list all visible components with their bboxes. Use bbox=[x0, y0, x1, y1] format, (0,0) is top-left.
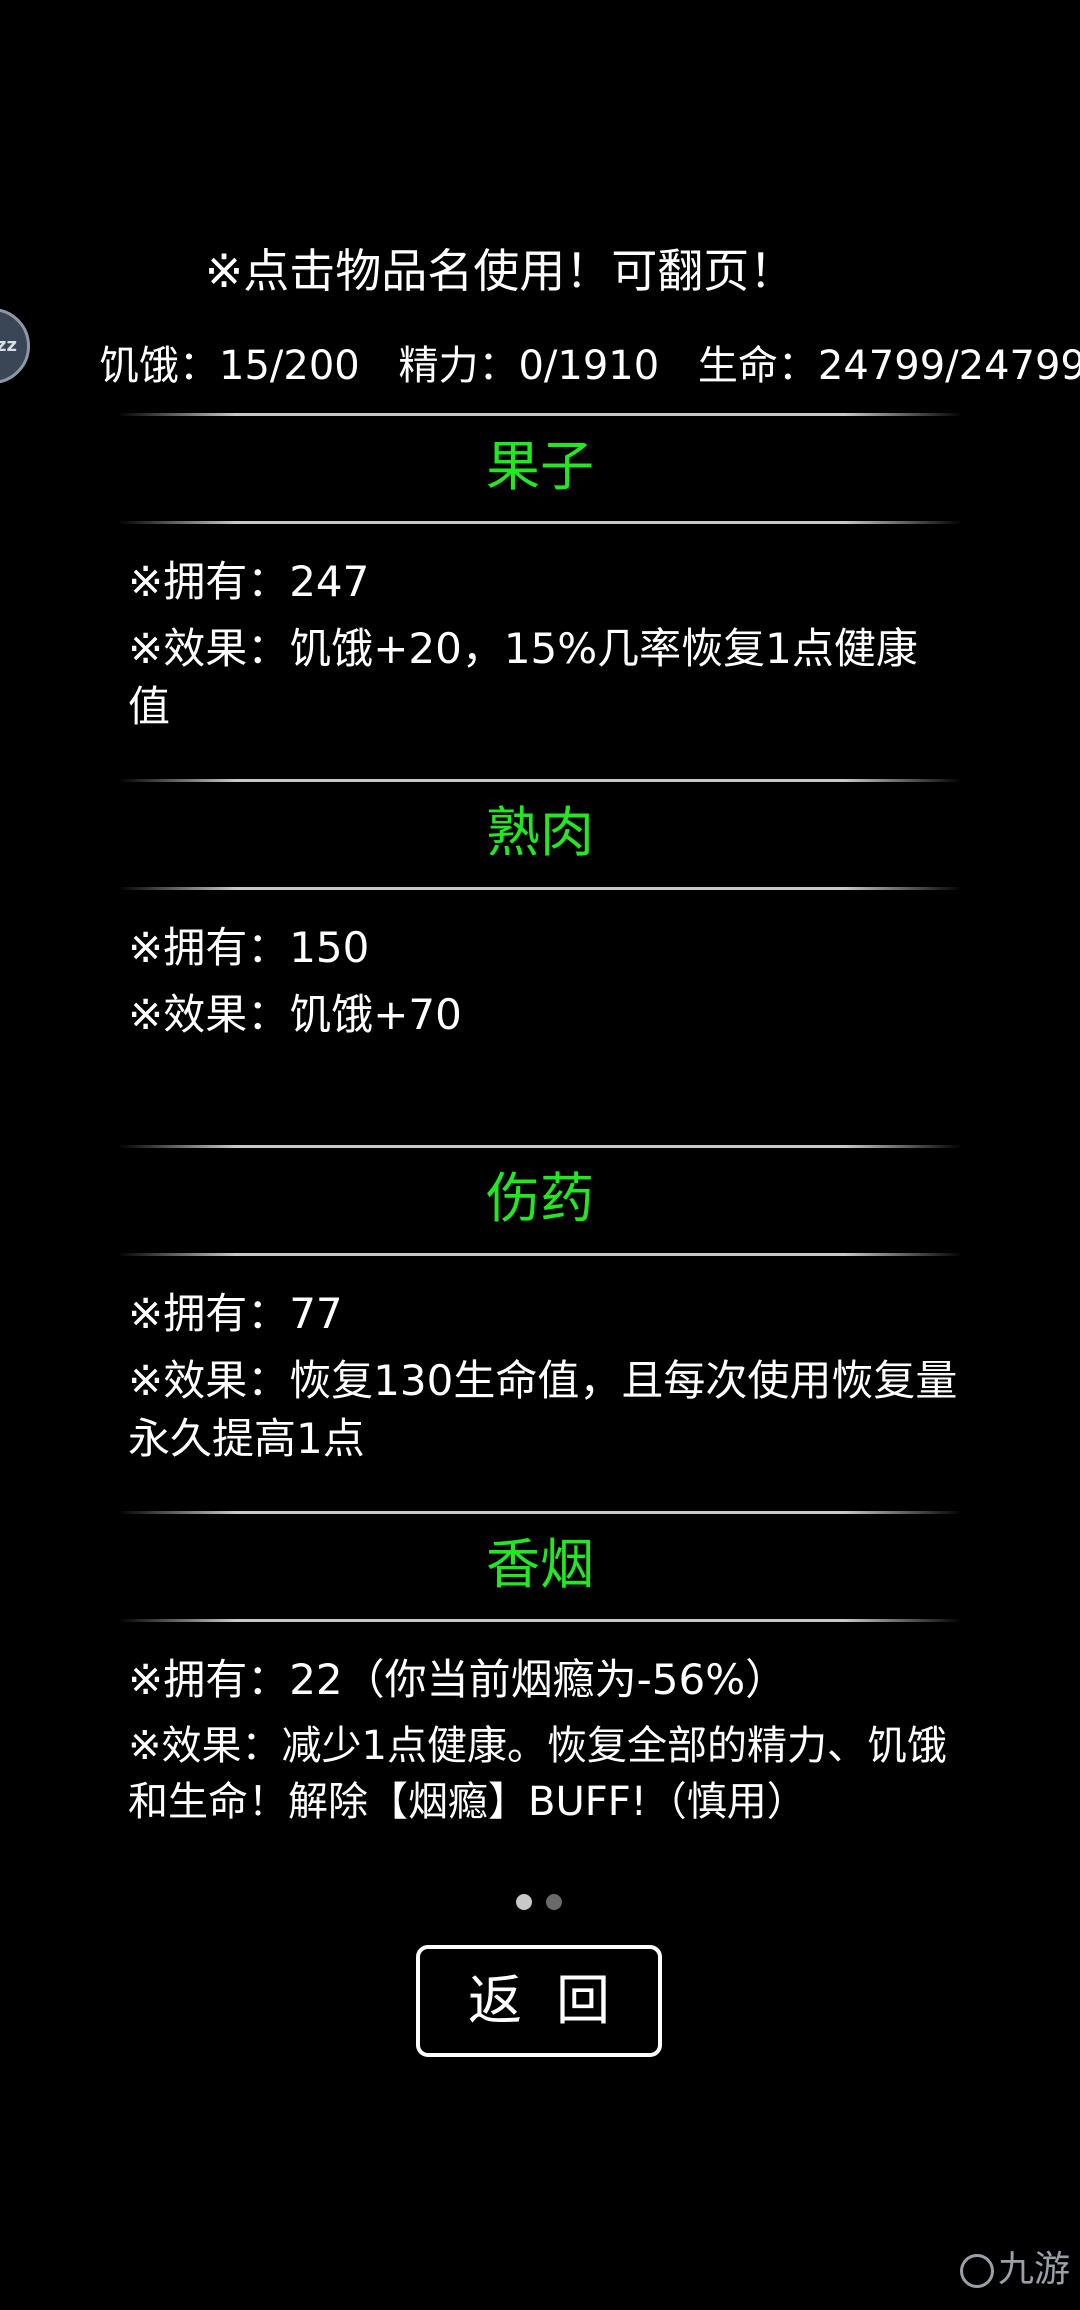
nine-games-logo-icon bbox=[959, 2254, 994, 2288]
divider bbox=[118, 887, 962, 890]
back-button[interactable]: 返回 bbox=[416, 1945, 662, 2057]
item-owned-count: ※拥有：22（你当前烟瘾为-56%） bbox=[128, 1655, 788, 1704]
item-owned-count: ※拥有：247 bbox=[128, 557, 370, 606]
item-owned-count: ※拥有：77 bbox=[128, 1289, 343, 1338]
item-effect-text: ※效果：饥饿+70 bbox=[128, 990, 462, 1039]
divider bbox=[118, 521, 962, 524]
item-name-button-fruit[interactable]: 果子 bbox=[0, 432, 1080, 502]
divider bbox=[118, 779, 962, 782]
divider bbox=[118, 1511, 962, 1514]
item-owned-count: ※拥有：150 bbox=[128, 923, 370, 972]
usage-hint: ※点击物品名使用！可翻页！ bbox=[204, 244, 796, 298]
divider bbox=[118, 1619, 962, 1622]
page-dot-2[interactable] bbox=[546, 1894, 562, 1910]
hunger-stat: 饥饿：15/200 bbox=[99, 343, 360, 389]
watermark-logo: 九游 bbox=[959, 2240, 1070, 2292]
item-name-button-cigarette[interactable]: 香烟 bbox=[0, 1530, 1080, 1600]
divider bbox=[118, 413, 962, 416]
divider bbox=[118, 1253, 962, 1256]
item-effect-text: ※效果：减少1点健康。恢复全部的精力、饥饿和生命！解除【烟瘾】BUFF!（慎用） bbox=[128, 1723, 947, 1825]
stats-bar: 饥饿：15/200 精力：0/1910 生命：24799/24799 bbox=[99, 334, 1080, 398]
divider bbox=[118, 1145, 962, 1148]
item-name-button-medicine[interactable]: 伤药 bbox=[0, 1164, 1080, 1234]
item-name-button-cooked-meat[interactable]: 熟肉 bbox=[0, 798, 1080, 868]
item-effect-text: ※效果：饥饿+20，15%几率恢复1点健康值 bbox=[128, 624, 918, 731]
side-bubble-label: zz bbox=[0, 335, 17, 356]
page-dot-1[interactable] bbox=[516, 1894, 532, 1910]
life-stat: 生命：24799/24799 bbox=[697, 343, 1080, 389]
item-effect-text: ※效果：恢复130生命值，且每次使用恢复量永久提高1点 bbox=[128, 1356, 958, 1463]
energy-stat: 精力：0/1910 bbox=[398, 343, 660, 389]
page-indicator[interactable] bbox=[516, 1894, 576, 1912]
side-float-bubble[interactable]: zz bbox=[0, 308, 30, 384]
watermark-text: 九游 bbox=[997, 2249, 1070, 2290]
